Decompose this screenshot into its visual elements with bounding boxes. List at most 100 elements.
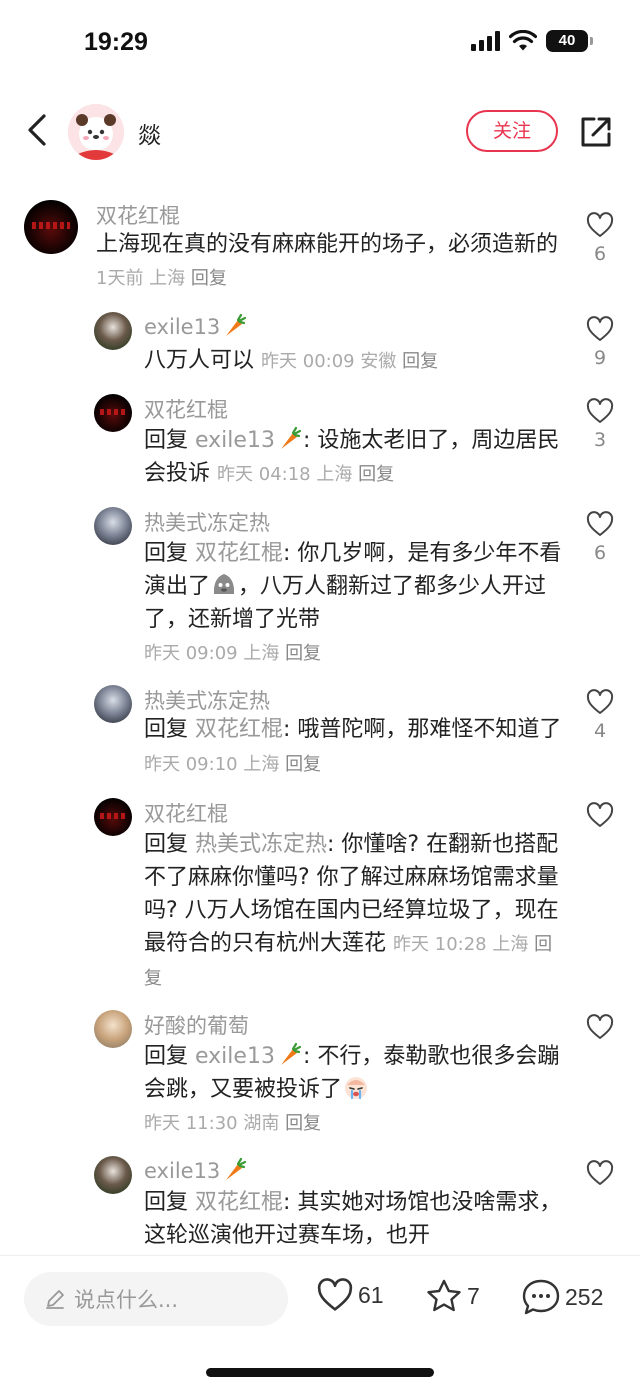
like-count: 4	[593, 720, 607, 742]
like-button[interactable]: 9	[584, 316, 616, 369]
post-header: 燚 关注	[0, 96, 640, 168]
comment-author[interactable]: exile13	[144, 1156, 248, 1183]
reply-link[interactable]: 回复	[285, 643, 321, 664]
carrot-emoji-icon	[280, 426, 302, 449]
reply-target[interactable]: exile13	[195, 1042, 303, 1069]
status-indicators: 40	[471, 30, 593, 52]
like-count: 6	[593, 243, 607, 265]
like-button[interactable]: 6	[584, 511, 616, 564]
favorite-button[interactable]: 7	[425, 1278, 480, 1314]
comment-text[interactable]: 八万人可以 昨天 00:09 安徽 回复	[144, 344, 564, 378]
like-post-button[interactable]: 61	[316, 1278, 384, 1312]
heart-icon	[317, 1278, 353, 1311]
reply-link[interactable]: 回复	[191, 268, 227, 289]
reply-target[interactable]: 双花红棍	[195, 541, 283, 566]
crying-face-emoji-icon	[345, 1077, 368, 1100]
carrot-emoji-icon	[280, 1042, 302, 1065]
reply-prefix: 回复	[144, 541, 189, 566]
follow-button[interactable]: 关注	[466, 110, 558, 152]
heart-icon	[586, 802, 614, 827]
comment-author[interactable]: exile13	[144, 312, 248, 339]
share-icon[interactable]	[578, 114, 614, 150]
author-name[interactable]: 燚	[138, 116, 161, 150]
like-button[interactable]: 3	[584, 398, 616, 451]
like-count: 9	[593, 347, 607, 369]
bottom-action-bar: 说点什么... 61 7 252	[0, 1256, 640, 1388]
reply-prefix: 回复	[144, 428, 189, 453]
comment-text[interactable]: 上海现在真的没有麻麻能开的场子，必须造新的 1天前 上海 回复	[96, 228, 566, 295]
reply-link[interactable]: 回复	[285, 754, 321, 775]
home-indicator[interactable]	[206, 1368, 434, 1377]
reply-prefix: 回复	[144, 1044, 189, 1069]
comment-text[interactable]: 回复 双花红棍: 哦普陀啊，那难怪不知道了 昨天 09:10 上海 回复	[144, 713, 564, 781]
reply-item: 热美式冻定热 回复 双花红棍: 你几岁啊，是有多少年不看演出了 ，八万人翻新过了都…	[0, 507, 640, 672]
favorite-count: 7	[467, 1282, 480, 1309]
comment-meta: 昨天 00:09 安徽 回复	[261, 351, 439, 372]
heart-icon	[586, 511, 614, 536]
comment-meta: 昨天 09:10 上海 回复	[144, 754, 322, 775]
heart-icon	[586, 398, 614, 423]
reply-prefix: 回复	[144, 1190, 189, 1215]
commenter-avatar[interactable]	[94, 1010, 132, 1048]
reply-item: exile13 回复 双花红棍: 其实她对场馆也没啥需求，这轮巡演他开过赛车场，…	[0, 1156, 640, 1255]
comment-input[interactable]: 说点什么...	[24, 1272, 288, 1326]
comment-text[interactable]: 回复 热美式冻定热: 你懂啥? 在翻新也搭配不了麻麻你懂吗? 你了解过麻麻场馆需…	[144, 828, 564, 995]
comment-text[interactable]: 回复 exile13: 设施太老旧了，周边居民会投诉 昨天 04:18 上海 回…	[144, 424, 564, 491]
heart-icon	[586, 689, 614, 714]
heart-icon	[586, 212, 614, 237]
chat-bubble-icon	[522, 1279, 560, 1315]
like-button[interactable]	[584, 802, 616, 828]
comment-item: 双花红棍 上海现在真的没有麻麻能开的场子，必须造新的 1天前 上海 回复 6	[0, 200, 640, 300]
pencil-icon	[46, 1290, 64, 1309]
commenter-avatar[interactable]	[94, 312, 132, 350]
like-count: 6	[593, 542, 607, 564]
commenter-avatar[interactable]	[94, 394, 132, 432]
commenter-avatar[interactable]	[94, 685, 132, 723]
comment-author[interactable]: 双花红棍	[144, 798, 228, 828]
like-button[interactable]	[584, 1014, 616, 1040]
comment-author[interactable]: 双花红棍	[144, 394, 228, 424]
comment-author[interactable]: 热美式冻定热	[144, 507, 270, 537]
reply-target[interactable]: 双花红棍	[195, 1190, 283, 1215]
like-count: 61	[358, 1281, 384, 1308]
reply-link[interactable]: 回复	[402, 351, 438, 372]
commenter-avatar[interactable]	[94, 1156, 132, 1194]
comment-author[interactable]: 双花红棍	[96, 200, 180, 230]
reply-target[interactable]: 热美式冻定热	[195, 832, 327, 857]
comment-list: 双花红棍 上海现在真的没有麻麻能开的场子，必须造新的 1天前 上海 回复 6 e…	[0, 190, 640, 1255]
commenter-avatar[interactable]	[94, 507, 132, 545]
comment-content: 上海现在真的没有麻麻能开的场子，必须造新的	[96, 232, 559, 257]
grey-face-emoji-icon	[213, 574, 235, 594]
comment-author[interactable]: 热美式冻定热	[144, 685, 270, 715]
reply-link[interactable]: 回复	[285, 1113, 321, 1134]
reply-target[interactable]: 双花红棍	[195, 717, 283, 742]
reply-target[interactable]: exile13	[195, 426, 303, 453]
reply-item: 双花红棍 回复 热美式冻定热: 你懂啥? 在翻新也搭配不了麻麻你懂吗? 你了解过…	[0, 798, 640, 998]
wifi-icon	[509, 30, 537, 51]
like-count: 3	[593, 429, 607, 451]
like-button[interactable]: 6	[584, 212, 616, 265]
status-bar: 19:29 40	[0, 0, 640, 88]
heart-icon	[586, 316, 614, 341]
comment-text[interactable]: 回复 双花红棍: 其实她对场馆也没啥需求，这轮巡演他开过赛车场，也开	[144, 1186, 564, 1252]
commenter-avatar[interactable]	[24, 200, 78, 254]
star-icon	[427, 1279, 461, 1312]
reply-item: 好酸的葡萄 回复 exile13: 不行，泰勒歌也很多会蹦会跳，又要被投诉了 昨…	[0, 1010, 640, 1150]
reply-item: exile13 八万人可以 昨天 00:09 安徽 回复 9	[0, 312, 640, 382]
commenter-avatar[interactable]	[94, 798, 132, 836]
status-time: 19:29	[84, 28, 148, 56]
comment-meta: 1天前 上海 回复	[96, 268, 227, 289]
like-button[interactable]	[584, 1160, 616, 1186]
comment-author[interactable]: 好酸的葡萄	[144, 1010, 249, 1040]
comment-button[interactable]: 252	[521, 1278, 603, 1316]
comment-input-placeholder: 说点什么...	[74, 1288, 179, 1312]
comment-text[interactable]: 回复 双花红棍: 你几岁啊，是有多少年不看演出了 ，八万人翻新过了都多少人开过了，…	[144, 537, 564, 670]
author-avatar[interactable]	[68, 104, 124, 160]
reply-link[interactable]: 回复	[358, 464, 394, 485]
like-button[interactable]: 4	[584, 689, 616, 742]
comment-text[interactable]: 回复 exile13: 不行，泰勒歌也很多会蹦会跳，又要被投诉了 昨天 11:3…	[144, 1040, 564, 1140]
reply-prefix: 回复	[144, 832, 189, 857]
heart-icon	[586, 1160, 614, 1185]
back-arrow-icon[interactable]	[20, 110, 56, 150]
carrot-emoji-icon	[226, 1157, 247, 1180]
